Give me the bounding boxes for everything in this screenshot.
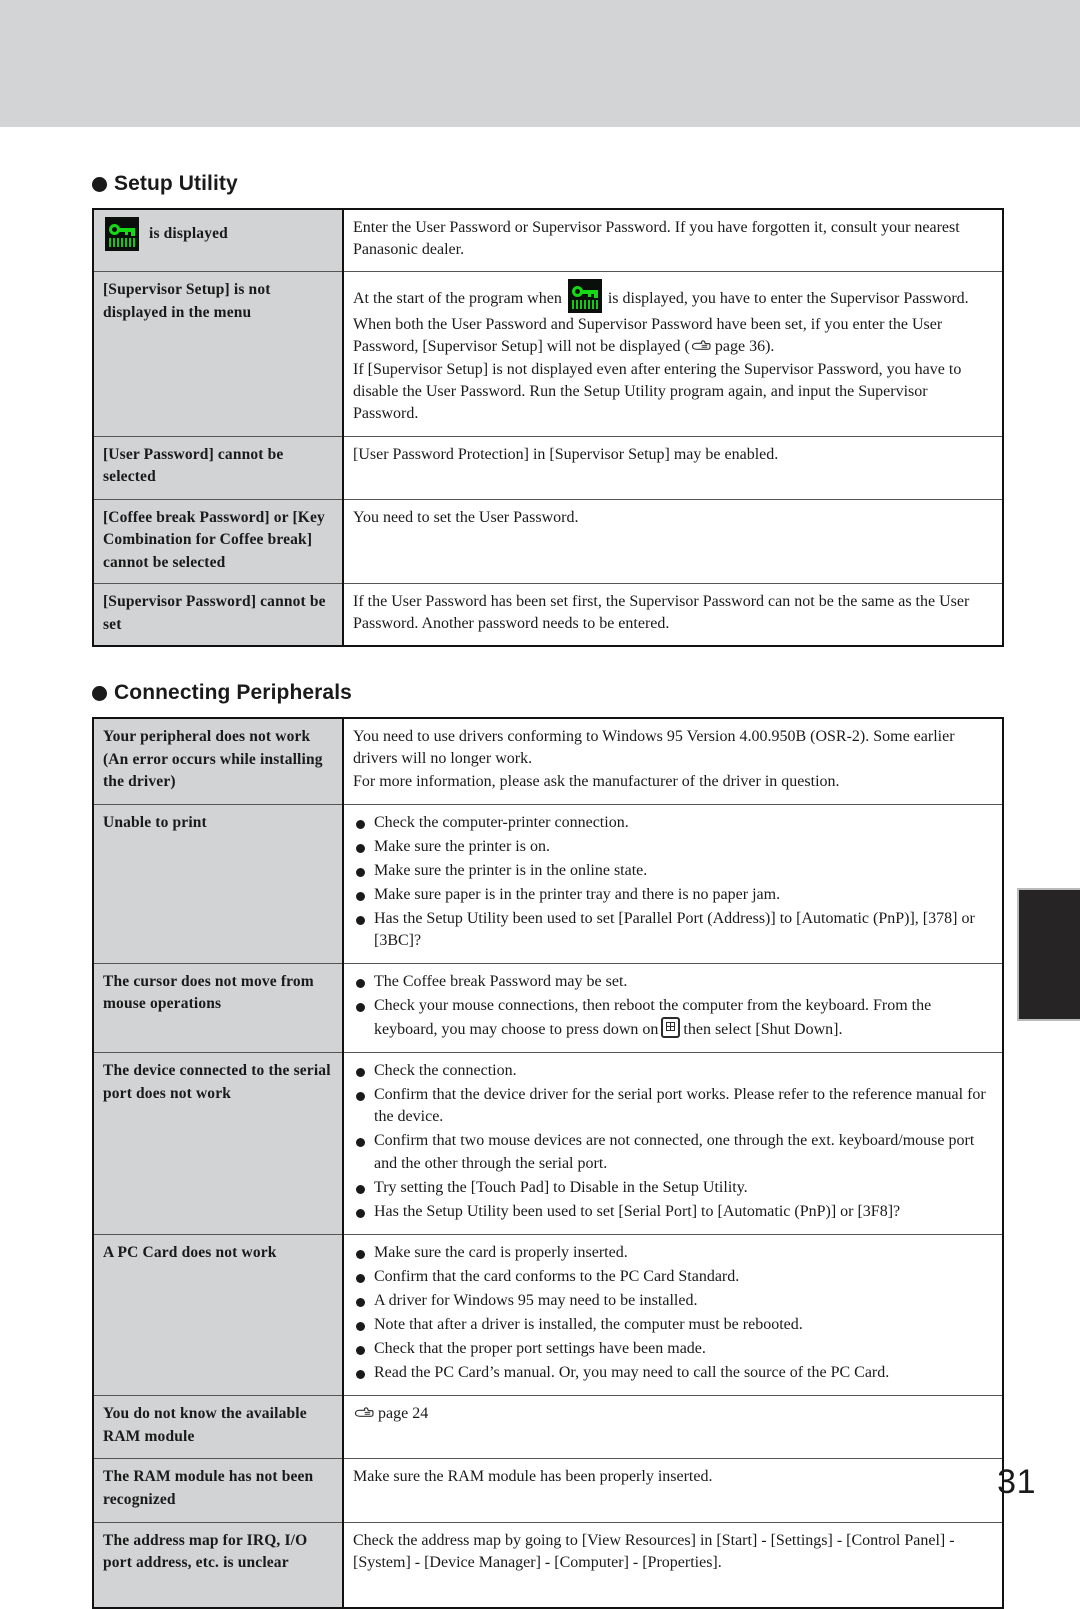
solution-paragraph-with-pageref: When both the User Password and Supervis… [353, 314, 993, 358]
symptom-cell: The address map for IRQ, I/O port addres… [92, 1521, 344, 1609]
password-key-icon [105, 217, 139, 251]
table-row: [Supervisor Password] cannot be set If t… [92, 583, 1004, 647]
list-item: Make sure paper is in the printer tray a… [353, 884, 993, 906]
text-after-icon: is displayed, you have to enter the Supe… [607, 290, 969, 308]
solution-cell: You need to set the User Password. [342, 498, 1004, 585]
list-item: A driver for Windows 95 may need to be i… [353, 1290, 993, 1312]
table-row: [Coffee break Password] or [Key Combinat… [92, 498, 1004, 585]
list-item: Confirm that the device driver for the s… [353, 1084, 993, 1128]
solution-cell: If the User Password has been set first,… [342, 583, 1004, 647]
symptom-cell: Your peripheral does not work (An error … [92, 717, 344, 805]
solution-paragraph: If the User Password has been set first,… [353, 593, 970, 633]
solution-cell: [User Password Protection] in [Superviso… [342, 435, 1004, 500]
list-item: Make sure the printer is on. [353, 836, 993, 858]
page-reference[interactable]: page 24 [378, 1405, 428, 1422]
page-side-tab-marker [1017, 888, 1080, 1021]
table-row: [Supervisor Setup] is not displayed in t… [92, 271, 1004, 437]
table-row: A PC Card does not work Make sure the ca… [92, 1233, 1004, 1397]
table-row: The address map for IRQ, I/O port addres… [92, 1521, 1004, 1609]
page-number: 31 [997, 1463, 1036, 1501]
list-item-with-winkey: Check your mouse connections, then reboo… [353, 995, 993, 1041]
pointing-hand-icon [354, 1406, 374, 1420]
solution-paragraph: For more information, please ask the man… [353, 773, 840, 791]
solution-paragraph: You need to set the User Password. [353, 508, 579, 526]
solution-paragraph: Enter the User Password or Supervisor Pa… [353, 219, 960, 259]
text-before-icon: At the start of the program when [353, 290, 562, 308]
solution-bullet-list: The Coffee break Password may be set. Ch… [353, 971, 993, 1041]
list-item: Make sure the card is properly inserted. [353, 1242, 993, 1264]
solution-paragraph-with-icon: At the start of the program when is disp… [353, 279, 993, 314]
symptom-cell: is displayed [92, 208, 344, 273]
symptom-cell: [Coffee break Password] or [Key Combinat… [92, 498, 344, 585]
table-row: The device connected to the serial port … [92, 1052, 1004, 1235]
list-item: Confirm that the card conforms to the PC… [353, 1266, 993, 1288]
list-item: Check the connection. [353, 1060, 993, 1082]
list-item: Check that the proper port settings have… [353, 1338, 993, 1360]
solution-paragraph: [User Password Protection] in [Superviso… [353, 445, 779, 463]
solution-paragraph: If [Supervisor Setup] is not displayed e… [353, 361, 962, 423]
page-content: Setup Utility is displayed Enter the Use… [92, 170, 1004, 1609]
list-item: Confirm that two mouse devices are not c… [353, 1130, 993, 1174]
solution-cell: Check the address map by going to [View … [342, 1521, 1004, 1609]
table-row: is displayed Enter the User Password or … [92, 208, 1004, 273]
section-title-text: Setup Utility [114, 172, 238, 195]
solution-paragraph: You need to use drivers conforming to Wi… [353, 728, 955, 768]
solution-cell: Check the computer-printer connection. M… [342, 803, 1004, 964]
symptom-cell: The cursor does not move from mouse oper… [92, 962, 344, 1054]
solution-bullet-list: Check the computer-printer connection. M… [353, 812, 993, 952]
solution-cell: Enter the User Password or Supervisor Pa… [342, 208, 1004, 273]
windows-key-icon [661, 1017, 681, 1039]
list-item-text-before: Check your mouse connections, then reboo… [374, 997, 932, 1039]
solution-cell: At the start of the program when is disp… [342, 271, 1004, 437]
solution-cell: Make sure the card is properly inserted.… [342, 1233, 1004, 1397]
list-item: Make sure the printer is in the online s… [353, 860, 993, 882]
solution-cell: The Coffee break Password may be set. Ch… [342, 962, 1004, 1054]
list-item: Read the PC Card’s manual. Or, you may n… [353, 1362, 993, 1384]
solution-cell: You need to use drivers conforming to Wi… [342, 717, 1004, 805]
symptom-cell: You do not know the available RAM module [92, 1395, 344, 1460]
section-title-text: Connecting Peripherals [114, 681, 352, 705]
symptom-cell: [User Password] cannot be selected [92, 435, 344, 500]
solution-bullet-list: Check the connection. Confirm that the d… [353, 1060, 993, 1223]
symptom-cell: [Supervisor Password] cannot be set [92, 583, 344, 647]
solution-bullet-list: Make sure the card is properly inserted.… [353, 1242, 993, 1384]
symptom-cell: The device connected to the serial port … [92, 1052, 344, 1235]
list-item-text-after: then select [Shut Down]. [683, 1021, 843, 1039]
symptom-cell: [Supervisor Setup] is not displayed in t… [92, 271, 344, 437]
pointing-hand-icon [691, 339, 711, 353]
table-row: Your peripheral does not work (An error … [92, 717, 1004, 805]
table-row: You do not know the available RAM module… [92, 1395, 1004, 1460]
table-row: Unable to print Check the computer-print… [92, 803, 1004, 964]
password-key-icon [567, 279, 602, 314]
symptom-cell: Unable to print [92, 803, 344, 964]
solution-cell: page 24 [342, 1395, 1004, 1460]
symptom-cell: A PC Card does not work [92, 1233, 344, 1397]
text-before-pageref: When both the User Password and Supervis… [353, 316, 943, 356]
list-item: Has the Setup Utility been used to set [… [353, 908, 993, 952]
list-item: Note that after a driver is installed, t… [353, 1314, 993, 1336]
bullet-dot-icon [92, 176, 107, 192]
section-heading-connecting-peripherals: Connecting Peripherals [92, 679, 1004, 707]
symptom-text: is displayed [149, 224, 228, 242]
section-heading-setup-utility: Setup Utility [92, 170, 1004, 198]
list-item: Check the computer-printer connection. [353, 812, 993, 834]
table-row: The cursor does not move from mouse oper… [92, 962, 1004, 1054]
bullet-dot-icon [92, 685, 107, 701]
solution-paragraph: Check the address map by going to [View … [353, 1531, 955, 1571]
list-item: Try setting the [Touch Pad] to Disable i… [353, 1177, 993, 1199]
table-row: [User Password] cannot be selected [User… [92, 435, 1004, 500]
troubleshooting-table-setup-utility: is displayed Enter the User Password or … [92, 208, 1004, 648]
header-gray-band [0, 0, 1080, 127]
solution-cell: Check the connection. Confirm that the d… [342, 1052, 1004, 1235]
solution-paragraph-pageref: page 24 [353, 1403, 993, 1425]
list-item: The Coffee break Password may be set. [353, 971, 993, 993]
text-after-pageref: ). [765, 338, 775, 356]
page-reference[interactable]: page 36 [715, 338, 765, 355]
list-item: Has the Setup Utility been used to set [… [353, 1201, 993, 1223]
